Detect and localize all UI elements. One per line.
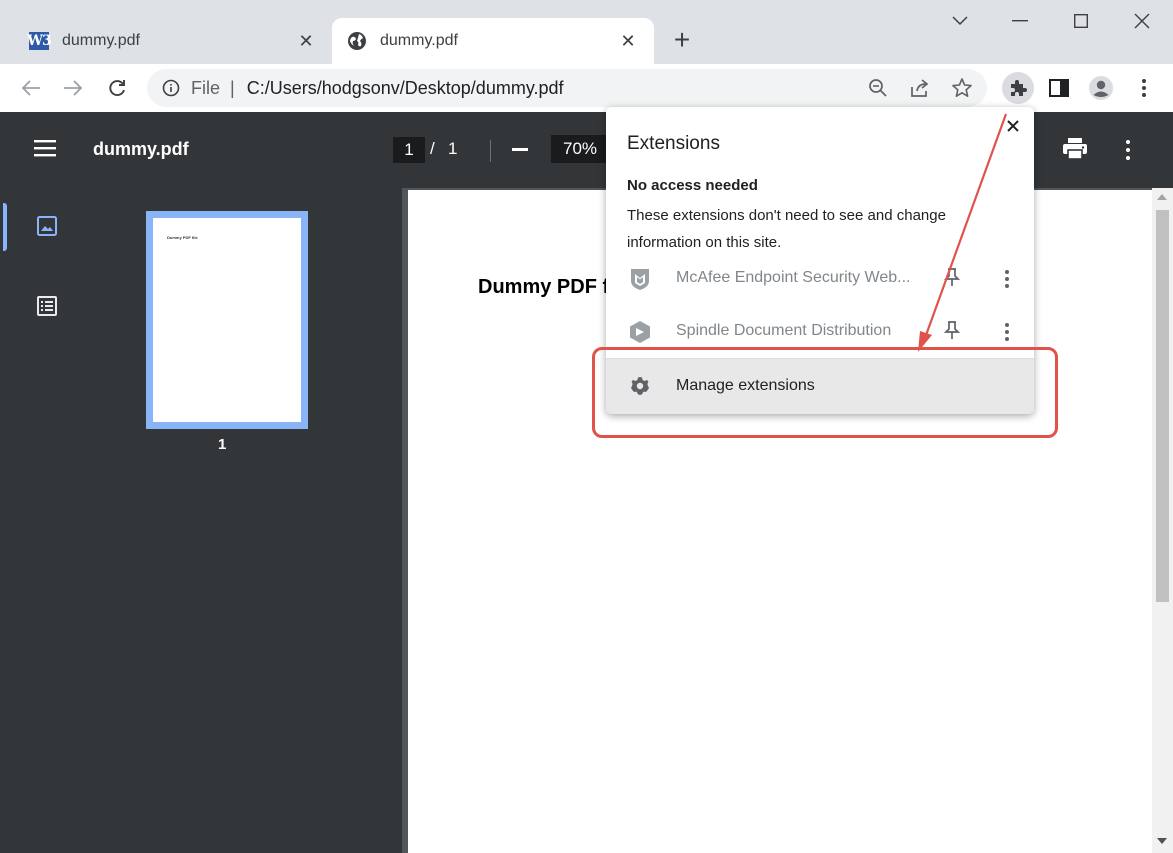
scheme-label: File — [191, 77, 221, 98]
tab-strip: W3 dummy.pdf ✕ dummy.pdf ✕ + — [0, 0, 1173, 64]
extension-more-icon[interactable] — [1002, 267, 1012, 291]
extensions-popup-title: Extensions — [627, 133, 720, 154]
scheme-separator: | — [230, 77, 235, 98]
scroll-up-arrow-icon[interactable] — [1157, 194, 1167, 200]
page-separator: / — [430, 139, 435, 158]
scrollbar-thumb[interactable] — [1156, 210, 1169, 602]
tab-close-button[interactable]: ✕ — [294, 29, 318, 53]
zoom-level-input[interactable]: 70% — [551, 135, 609, 163]
section-heading: No access needed — [627, 177, 758, 194]
share-icon[interactable] — [905, 73, 935, 103]
pdf-sidebar: Dummy PDF file 1 — [0, 188, 402, 853]
page-total: 1 — [448, 139, 458, 158]
extension-more-icon[interactable] — [1002, 320, 1012, 344]
vertical-scrollbar[interactable] — [1152, 188, 1173, 853]
print-icon[interactable] — [1062, 138, 1088, 162]
close-icon[interactable] — [1002, 115, 1024, 137]
globe-icon — [346, 30, 368, 52]
spindle-icon — [628, 320, 652, 344]
extension-item-mcafee[interactable]: McAfee Endpoint Security Web... — [606, 253, 1034, 305]
mcafee-shield-icon — [628, 267, 652, 291]
page-number-input[interactable]: 1 — [393, 137, 425, 163]
pdf-title: dummy.pdf — [93, 139, 189, 159]
thumbnail-page: Dummy PDF file — [153, 218, 301, 422]
minimize-button[interactable] — [990, 0, 1050, 42]
scroll-down-arrow-icon[interactable] — [1157, 838, 1167, 844]
zoom-out-button[interactable] — [512, 148, 528, 151]
profile-avatar-icon[interactable] — [1086, 73, 1116, 103]
info-icon[interactable] — [161, 78, 181, 98]
document-heading: Dummy PDF f — [478, 276, 610, 298]
browser-menu-icon[interactable] — [1129, 73, 1159, 103]
thumbnail-page-number: 1 — [218, 436, 227, 453]
pdf-menu-icon[interactable] — [34, 138, 60, 162]
tab-title: dummy.pdf — [380, 32, 458, 49]
extension-name: Spindle Document Distribution — [676, 322, 892, 339]
browser-toolbar: File | C:/Users/hodgsonv/Desktop/dummy.p… — [0, 64, 1173, 112]
section-description: These extensions don't need to see and c… — [627, 207, 946, 251]
back-arrow-icon[interactable] — [16, 73, 46, 103]
toolbar-divider — [490, 140, 491, 162]
side-panel-icon[interactable] — [1044, 73, 1074, 103]
tab-close-button[interactable]: ✕ — [616, 29, 640, 53]
forward-arrow-icon[interactable] — [58, 73, 88, 103]
bookmark-star-icon[interactable] — [947, 73, 977, 103]
url-text[interactable]: C:/Users/hodgsonv/Desktop/dummy.pdf — [247, 78, 564, 99]
extensions-puzzle-icon[interactable] — [1002, 72, 1034, 104]
page-thumbnail[interactable]: Dummy PDF file — [146, 211, 308, 429]
pin-icon[interactable] — [943, 320, 964, 344]
address-bar[interactable]: File | C:/Users/hodgsonv/Desktop/dummy.p… — [147, 69, 987, 107]
window-close-button[interactable] — [1112, 0, 1172, 42]
tab-active[interactable]: dummy.pdf ✕ — [332, 18, 654, 64]
tab-inactive[interactable]: W3 dummy.pdf ✕ — [14, 18, 332, 64]
annotation-highlight-box — [592, 347, 1058, 438]
new-tab-button[interactable]: + — [668, 24, 696, 55]
maximize-button[interactable] — [1051, 0, 1111, 42]
thumbnails-image-icon[interactable] — [36, 215, 60, 239]
pdf-more-options-icon[interactable] — [1116, 138, 1140, 162]
pin-icon[interactable] — [943, 267, 964, 291]
reload-icon[interactable] — [102, 73, 132, 103]
tab-title: dummy.pdf — [62, 32, 140, 49]
extension-name: McAfee Endpoint Security Web... — [676, 269, 911, 286]
w3-icon: W3 — [27, 32, 52, 50]
zoom-icon[interactable] — [863, 73, 893, 103]
document-outline-icon[interactable] — [36, 295, 60, 319]
tab-search-chevron-icon[interactable] — [930, 0, 990, 42]
thumbnail-text: Dummy PDF file — [167, 235, 198, 240]
sidebar-active-indicator — [3, 203, 7, 251]
